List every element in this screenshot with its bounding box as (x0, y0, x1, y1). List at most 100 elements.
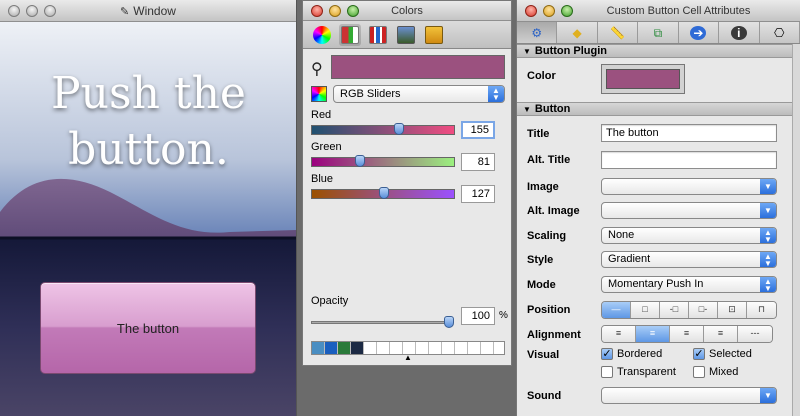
inspector-titlebar[interactable]: Custom Button Cell Attributes (517, 0, 800, 22)
title-label: Title (527, 128, 550, 140)
bordered-checkbox[interactable]: ✓ Bordered (601, 348, 662, 360)
red-label: Red (311, 109, 332, 121)
swatch[interactable] (429, 342, 442, 354)
red-slider[interactable] (311, 123, 455, 135)
tab-attributes[interactable]: ⚙ (517, 22, 558, 43)
checkmark-icon: ✓ (601, 348, 613, 360)
window-title: Window (133, 4, 176, 18)
swatch[interactable] (377, 342, 390, 354)
crayons-mode[interactable] (423, 24, 445, 46)
green-slider-thumb[interactable] (354, 155, 365, 167)
swatch[interactable] (442, 342, 455, 354)
tab-info[interactable]: i (719, 22, 760, 43)
alt-image-combo[interactable]: ▼ (601, 202, 777, 219)
swatch[interactable] (351, 342, 364, 354)
zoom-button[interactable] (347, 5, 359, 17)
alt-title-field[interactable] (601, 151, 777, 169)
close-button[interactable] (311, 5, 323, 17)
tab-connections[interactable]: ➔ (679, 22, 720, 43)
crayons-icon (425, 25, 443, 44)
green-value-field[interactable]: 81 (461, 153, 495, 171)
palette-icon (369, 25, 387, 44)
position-right[interactable]: □- (689, 302, 718, 318)
swatch[interactable] (481, 342, 494, 354)
color-well-swatch (606, 69, 680, 89)
disclosure-triangle-icon: ▼ (523, 105, 531, 114)
alignment-segmented: ≡ ≡ ≡ ≡ --- (601, 325, 773, 343)
blue-slider[interactable] (311, 187, 455, 199)
close-button[interactable] (525, 5, 537, 17)
green-slider[interactable] (311, 155, 455, 167)
opacity-value-field[interactable]: 100 (461, 307, 495, 325)
align-natural[interactable]: --- (738, 326, 772, 342)
scaling-select[interactable]: None ▲ ▼ (601, 227, 777, 244)
blue-value-field[interactable]: 127 (461, 185, 495, 203)
style-select[interactable]: Gradient ▲ ▼ (601, 251, 777, 268)
tab-bindings[interactable]: ⧉ (638, 22, 679, 43)
opacity-slider[interactable] (311, 316, 454, 328)
swatch[interactable] (468, 342, 481, 354)
swatch[interactable] (325, 342, 338, 354)
minimize-button[interactable] (26, 5, 38, 17)
magnifier-icon[interactable]: ⚲ (311, 59, 323, 79)
color-palettes-mode[interactable] (367, 24, 389, 46)
swatch[interactable] (455, 342, 468, 354)
minimize-button[interactable] (543, 5, 555, 17)
selected-checkbox[interactable]: ✓ Selected (693, 348, 752, 360)
current-color-swatch[interactable] (331, 55, 505, 79)
close-button[interactable] (8, 5, 20, 17)
align-left[interactable]: ≡ (602, 326, 636, 342)
combo-arrow-icon: ▼ (760, 179, 776, 194)
image-palettes-mode[interactable] (395, 24, 417, 46)
sliders-icon (341, 25, 359, 44)
swatch[interactable] (338, 342, 351, 354)
sound-combo[interactable]: ▼ (601, 387, 777, 404)
tab-effects[interactable]: ◆ (557, 22, 598, 43)
window-titlebar[interactable]: ✎ Window (0, 0, 296, 22)
inspector-scrollbar[interactable] (792, 44, 800, 416)
red-value-field[interactable]: 155 (461, 121, 495, 139)
image-palette-icon (397, 25, 415, 44)
title-field[interactable]: The button (601, 124, 777, 142)
swatch[interactable] (416, 342, 429, 354)
align-right[interactable]: ≡ (704, 326, 738, 342)
identity-icon: ⎔ (773, 25, 785, 40)
position-below[interactable]: ⊡ (718, 302, 747, 318)
minimize-button[interactable] (329, 5, 341, 17)
red-slider-thumb[interactable] (393, 123, 404, 135)
transparent-checkbox[interactable]: Transparent (601, 366, 676, 378)
tab-size[interactable]: 📏 (598, 22, 639, 43)
the-button[interactable]: The button (40, 282, 256, 374)
color-sliders-mode[interactable] (339, 23, 361, 46)
color-mode-toolbar (303, 21, 511, 49)
tray-grip-icon[interactable]: ▲ (404, 353, 412, 362)
zoom-button[interactable] (44, 5, 56, 17)
swatch[interactable] (364, 342, 377, 354)
tab-identity[interactable]: ⎔ (760, 22, 800, 43)
mode-select[interactable]: Momentary Push In ▲ ▼ (601, 276, 777, 293)
position-above[interactable]: ⊓ (747, 302, 776, 318)
mixed-checkbox[interactable]: Mixed (693, 366, 738, 378)
position-left[interactable]: -□ (660, 302, 689, 318)
image-combo[interactable]: ▼ (601, 178, 777, 195)
align-justified[interactable]: ≡ (670, 326, 704, 342)
blue-slider-thumb[interactable] (379, 187, 389, 199)
color-wheel-icon (313, 25, 331, 44)
plugin-section-header[interactable]: ▼ Button Plugin (517, 44, 792, 58)
zoom-button[interactable] (561, 5, 573, 17)
align-center[interactable]: ≡ (636, 326, 670, 342)
connections-icon: ➔ (690, 25, 707, 40)
color-well[interactable] (601, 64, 685, 94)
swatch[interactable] (390, 342, 403, 354)
position-image-only[interactable]: □ (631, 302, 660, 318)
position-text-only[interactable]: — (602, 302, 631, 318)
slider-mode-select[interactable]: RGB Sliders ▲ ▼ (333, 85, 505, 103)
button-section-header[interactable]: ▼ Button (517, 102, 792, 116)
blue-label: Blue (311, 173, 334, 185)
swatch[interactable] (312, 342, 325, 354)
opacity-slider-thumb[interactable] (444, 316, 454, 328)
color-wheel-mode[interactable] (311, 24, 333, 46)
position-label: Position (527, 304, 571, 316)
colors-titlebar[interactable]: Colors (303, 1, 511, 21)
inspector-title: Custom Button Cell Attributes (606, 5, 751, 17)
